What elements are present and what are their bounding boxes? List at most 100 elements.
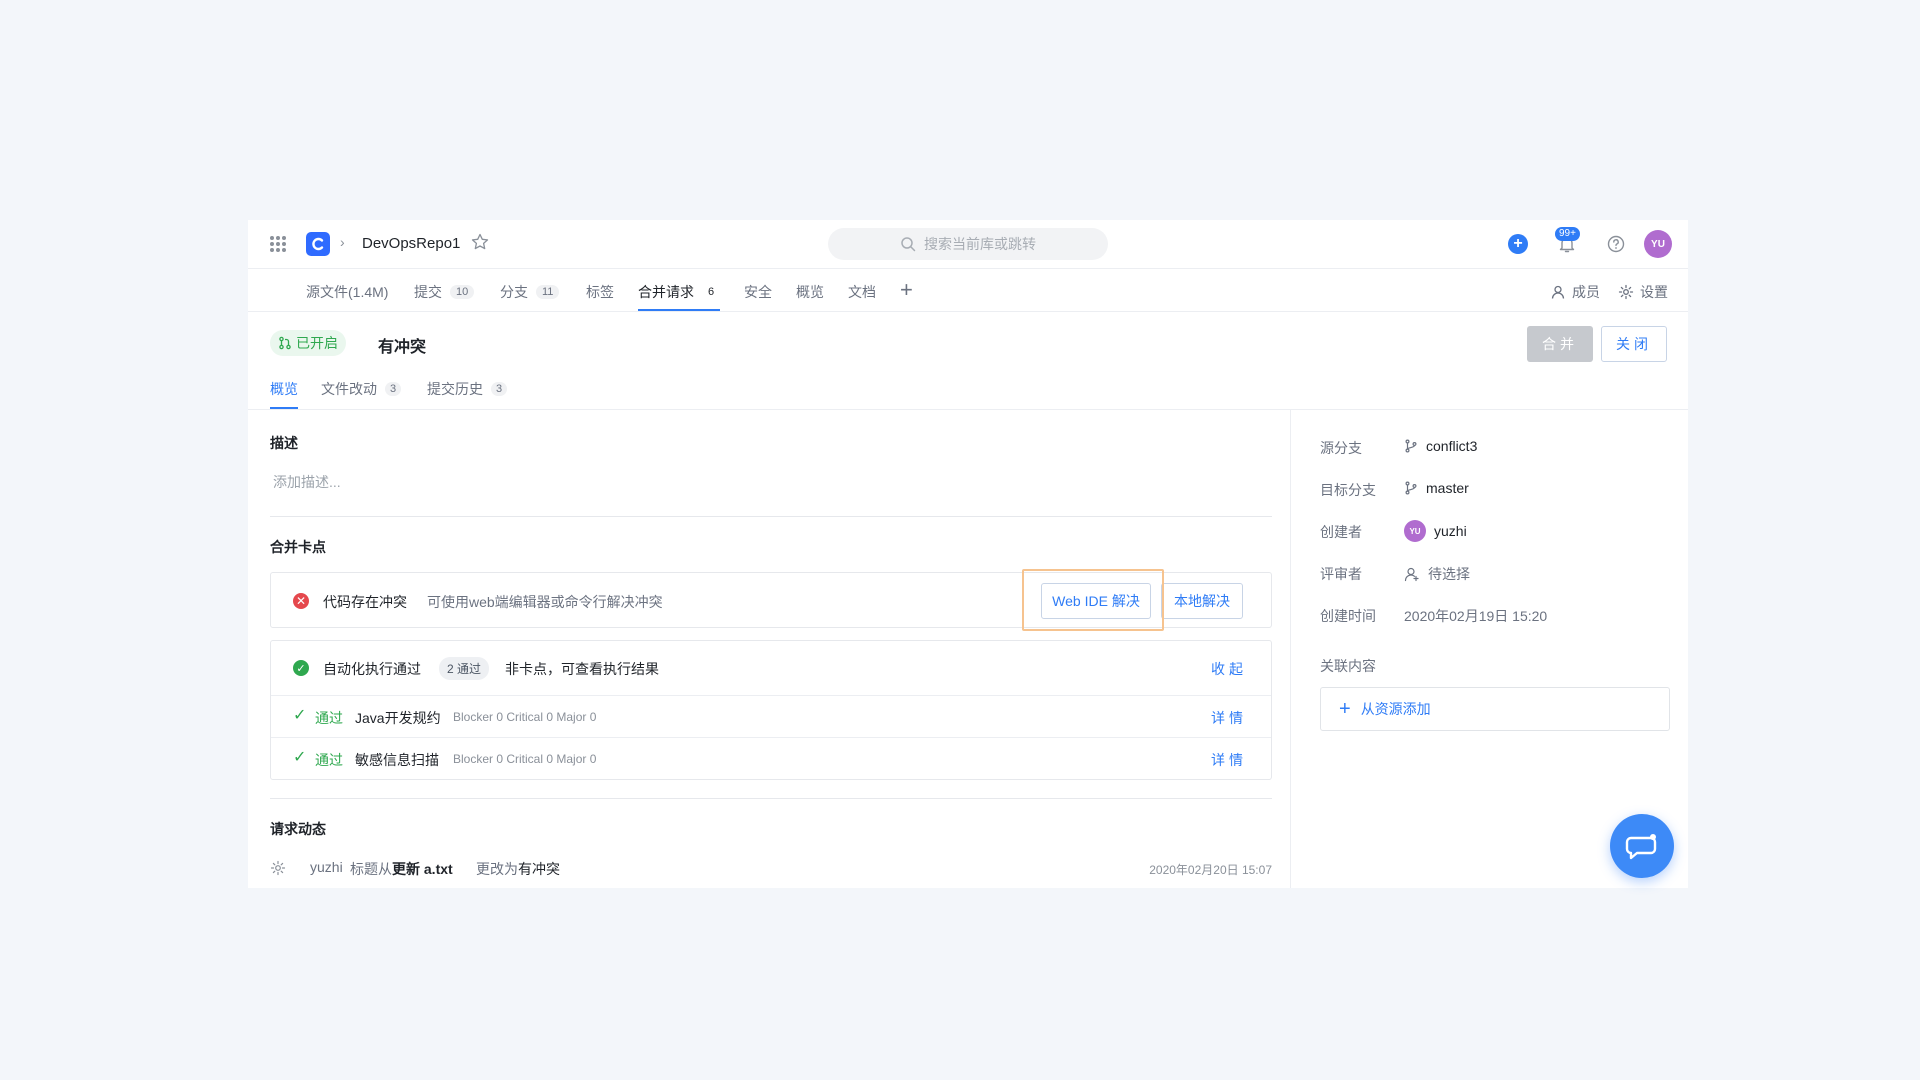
user-avatar[interactable]: YU: [1644, 230, 1672, 258]
check-status: 通过: [315, 752, 343, 768]
search-input[interactable]: 搜索当前库或跳转: [828, 228, 1108, 260]
subtab-label: 文件改动: [321, 381, 377, 397]
tab-tags[interactable]: 标签: [586, 282, 614, 302]
description-title: 描述: [270, 435, 298, 451]
subtab-count: 3: [385, 382, 402, 396]
created-time: 2020年02月19日 15:20: [1404, 608, 1548, 624]
search-icon: [901, 237, 916, 252]
tab-count: 11: [536, 285, 560, 299]
check-detail: Blocker 0 Critical 0 Major 0: [453, 710, 597, 724]
tab-security[interactable]: 安全: [744, 282, 772, 302]
collapse-link[interactable]: 收起: [1211, 659, 1247, 679]
source-branch-value: conflict3: [1426, 438, 1478, 454]
tab-label: 源文件(1.4M): [306, 284, 389, 300]
local-resolve-button[interactable]: 本地解决: [1161, 583, 1243, 619]
source-branch[interactable]: conflict3: [1404, 438, 1477, 454]
target-branch-value: master: [1426, 480, 1469, 496]
add-from-resource-label: 从资源添加: [1360, 701, 1431, 717]
details-link[interactable]: 详情: [1211, 750, 1247, 770]
help-icon[interactable]: [1606, 234, 1626, 254]
chat-icon: [1625, 834, 1657, 860]
add-from-resource-button[interactable]: + 从资源添加: [1320, 687, 1670, 731]
tab-label: 提交: [414, 284, 442, 300]
creator[interactable]: YU yuzhi: [1404, 520, 1467, 542]
details-link[interactable]: 详情: [1211, 708, 1247, 728]
tab-label: 安全: [744, 284, 772, 300]
merge-button[interactable]: 合并: [1527, 326, 1593, 362]
repo-name[interactable]: DevOpsRepo1: [362, 235, 460, 252]
add-tab-plus-icon[interactable]: +: [900, 277, 913, 303]
divider: [271, 695, 1271, 696]
related-label: 关联内容: [1320, 658, 1376, 674]
tab-label: 合并请求: [638, 284, 694, 300]
create-plus-icon[interactable]: +: [1508, 234, 1528, 254]
app-logo-icon[interactable]: [306, 232, 330, 256]
check-status: 通过: [315, 710, 343, 726]
tab-commits[interactable]: 提交 10: [414, 282, 475, 302]
page-title: 有冲突: [378, 339, 427, 356]
tab-overview[interactable]: 概览: [796, 282, 824, 302]
gear-icon: [1618, 284, 1634, 300]
tab-count: 10: [450, 285, 475, 299]
divider: [271, 737, 1271, 738]
notification-badge: 99+: [1555, 227, 1580, 241]
highlight-box: [1022, 569, 1164, 631]
branch-icon: [1405, 481, 1417, 495]
divider: [270, 516, 1272, 517]
check-icon: ✓: [293, 749, 307, 766]
merge-request-window: › DevOpsRepo1 搜索当前库或跳转 + 99+ YU 源文件(1.4M…: [248, 220, 1688, 888]
creator-label: 创建者: [1320, 524, 1362, 540]
description-input[interactable]: 添加描述...: [273, 472, 341, 492]
automation-card: ✓ 自动化执行通过 2 通过 非卡点，可查看执行结果 收起 ✓ 通过 Java开…: [270, 640, 1272, 780]
star-icon[interactable]: [470, 232, 490, 252]
activity-text: 更改为: [476, 861, 518, 877]
tab-branches[interactable]: 分支 11: [500, 282, 560, 302]
chevron-right-icon: ›: [340, 234, 345, 250]
activity-old-title: 更新 a.txt: [392, 861, 453, 877]
activity-item: yuzhi 标题从 更新 a.txt 更改为 有冲突 2020年02月20日 1…: [270, 858, 1272, 880]
target-branch[interactable]: master: [1404, 480, 1469, 496]
created-label: 创建时间: [1320, 608, 1376, 624]
check-icon: ✓: [293, 707, 307, 724]
activity-title: 请求动态: [270, 821, 326, 837]
checkpoints-title: 合并卡点: [270, 539, 326, 555]
active-tab-indicator: [638, 309, 720, 311]
reviewer-picker[interactable]: 待选择: [1404, 564, 1470, 584]
subtab-count: 3: [491, 382, 508, 396]
subtab-label: 概览: [270, 381, 298, 397]
status-badge: 已开启: [270, 330, 346, 356]
apps-grid-icon[interactable]: [270, 236, 286, 252]
settings-link[interactable]: 设置: [1618, 282, 1668, 302]
tab-source-files[interactable]: 源文件(1.4M): [306, 282, 388, 302]
subtab-overview[interactable]: 概览: [270, 379, 298, 399]
members-link[interactable]: 成员: [1550, 282, 1600, 302]
target-branch-label: 目标分支: [1320, 482, 1376, 498]
subtab-commit-history[interactable]: 提交历史 3: [427, 379, 508, 399]
creator-name: yuzhi: [1434, 523, 1467, 539]
subtab-file-changes[interactable]: 文件改动 3: [321, 379, 402, 399]
plus-icon: +: [1339, 698, 1351, 720]
status-label: 已开启: [296, 335, 338, 351]
reviewer-label: 评审者: [1320, 566, 1362, 582]
top-bar: › DevOpsRepo1 搜索当前库或跳转 + 99+ YU: [248, 220, 1688, 269]
subtab-label: 提交历史: [427, 381, 483, 397]
members-label: 成员: [1572, 284, 1600, 300]
automation-label: 自动化执行通过: [323, 661, 421, 677]
activity-user[interactable]: yuzhi: [310, 859, 343, 875]
merge-request-icon: [279, 336, 291, 350]
branch-icon: [1405, 439, 1417, 453]
tab-merge-requests[interactable]: 合并请求 6: [638, 282, 720, 302]
check-name: 敏感信息扫描: [355, 752, 439, 768]
add-user-icon: [1404, 567, 1419, 582]
error-icon: ✕: [293, 593, 309, 609]
reviewer-value: 待选择: [1428, 566, 1470, 582]
column-divider: [1290, 410, 1291, 888]
chat-support-button[interactable]: [1610, 814, 1674, 878]
activity-new-title: 有冲突: [518, 861, 560, 877]
tab-label: 分支: [500, 284, 528, 300]
tab-docs[interactable]: 文档: [848, 282, 876, 302]
close-button[interactable]: 关闭: [1601, 326, 1667, 362]
divider: [248, 409, 1688, 410]
settings-activity-icon: [270, 860, 286, 876]
success-icon: ✓: [293, 660, 309, 676]
